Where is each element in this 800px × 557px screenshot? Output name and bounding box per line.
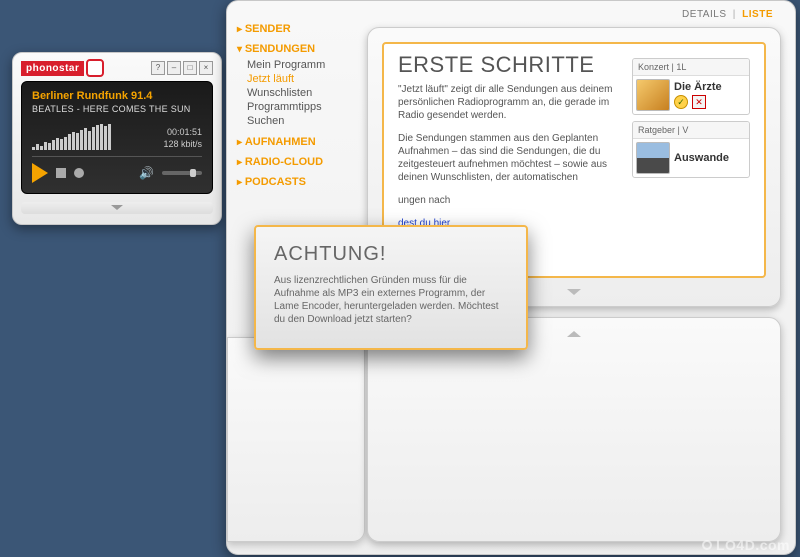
thumbnail-icon xyxy=(636,79,670,111)
volume-slider[interactable] xyxy=(162,171,202,175)
sidebar-lower-panel xyxy=(227,337,365,542)
player-expand-toggle[interactable] xyxy=(21,202,213,214)
side-item-2-title: Auswande xyxy=(674,152,729,164)
check-icon[interactable]: ✓ xyxy=(674,95,688,109)
time-info: 00:01:51 128 kbit/s xyxy=(163,126,202,150)
card-p1: "Jetzt läuft" zeigt dir alle Sendungen a… xyxy=(398,83,622,122)
help-button[interactable]: ? xyxy=(151,61,165,75)
logo-text: phonostar xyxy=(21,61,84,76)
tab-separator: | xyxy=(733,9,736,20)
sidebar: SENDER SENDUNGEN Mein Programm Jetzt läu… xyxy=(227,9,361,191)
track-name: BEATLES - HERE COMES THE SUN xyxy=(32,104,202,114)
bitrate: 128 kbit/s xyxy=(163,138,202,150)
nav-mein-programm[interactable]: Mein Programm xyxy=(247,58,357,72)
nav-suchen[interactable]: Suchen xyxy=(247,114,357,128)
nav-radio-cloud[interactable]: RADIO-CLOUD xyxy=(237,156,357,168)
window-controls: ? – □ × xyxy=(151,61,213,75)
maximize-button[interactable]: □ xyxy=(183,61,197,75)
elapsed-time: 00:01:51 xyxy=(163,126,202,138)
minimize-button[interactable]: – xyxy=(167,61,181,75)
visualizer xyxy=(32,124,111,150)
thumbnail-icon xyxy=(636,142,670,174)
view-tabs: DETAILS | LISTE xyxy=(682,9,773,20)
delete-icon[interactable]: ✕ xyxy=(692,95,706,109)
tab-liste[interactable]: LISTE xyxy=(742,9,773,20)
side-item-2[interactable]: Ratgeber | V Auswande xyxy=(632,121,750,178)
side-item-1[interactable]: Konzert | 1L Die Ärzte ✓ ✕ xyxy=(632,58,750,115)
player-display: Berliner Rundfunk 91.4 BEATLES - HERE CO… xyxy=(21,81,213,194)
player-window: phonostar ? – □ × Berliner Rundfunk 91.4… xyxy=(12,52,222,225)
logo: phonostar xyxy=(21,59,104,77)
nav-programmtipps[interactable]: Programmtipps xyxy=(247,100,357,114)
divider xyxy=(32,156,202,157)
watermark: LO4D.com xyxy=(702,537,790,553)
volume-icon: 🔊 xyxy=(139,166,154,180)
nav-sendungen[interactable]: SENDUNGEN xyxy=(237,43,357,55)
dialog-body: Aus lizenzrechtlichen Gründen muss für d… xyxy=(274,274,508,326)
card-side-items: Konzert | 1L Die Ärzte ✓ ✕ Ratgeber xyxy=(632,58,750,262)
watermark-text: LO4D.com xyxy=(716,537,790,553)
logo-icon xyxy=(86,59,104,77)
close-button[interactable]: × xyxy=(199,61,213,75)
side-item-1-title: Die Ärzte xyxy=(674,81,722,93)
side-item-2-meta: Ratgeber | V xyxy=(633,122,749,139)
side-item-1-meta: Konzert | 1L xyxy=(633,59,749,76)
play-button[interactable] xyxy=(32,163,48,183)
card-p2: Die Sendungen stammen aus den Geplanten … xyxy=(398,132,622,184)
card-title: ERSTE SCHRITTE xyxy=(398,58,622,71)
nav-wunschlisten[interactable]: Wunschlisten xyxy=(247,86,357,100)
visualizer-row: 00:01:51 128 kbit/s xyxy=(32,124,202,150)
nav-podcasts[interactable]: PODCASTS xyxy=(237,176,357,188)
nav-aufnahmen[interactable]: AUFNAHMEN xyxy=(237,136,357,148)
card-p3: ungen nach xyxy=(398,194,622,207)
stop-button[interactable] xyxy=(56,168,66,178)
watermark-icon xyxy=(702,540,712,550)
nav-sender[interactable]: SENDER xyxy=(237,23,357,35)
nav-sendungen-sub: Mein Programm Jetzt läuft Wunschlisten P… xyxy=(247,58,357,128)
record-button[interactable] xyxy=(74,168,84,178)
player-top: phonostar ? – □ × xyxy=(21,59,213,77)
station-name: Berliner Rundfunk 91.4 xyxy=(32,90,202,102)
content-panel-lower xyxy=(367,317,781,542)
dialog-title: ACHTUNG! xyxy=(274,243,508,266)
tab-details[interactable]: DETAILS xyxy=(682,9,726,20)
nav-jetzt-laeuft[interactable]: Jetzt läuft xyxy=(247,72,357,86)
player-controls: 🔊 xyxy=(32,163,202,183)
attention-dialog: ACHTUNG! Aus lizenzrechtlichen Gründen m… xyxy=(254,225,528,350)
